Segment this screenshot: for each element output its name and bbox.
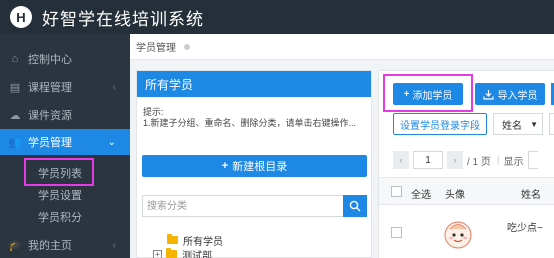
highlight-box bbox=[24, 158, 94, 186]
app-title: 好智学在线培训系统 bbox=[42, 9, 204, 29]
sidebar-item-label: 课件资源 bbox=[28, 110, 72, 122]
plus-icon: + bbox=[221, 160, 229, 172]
tree-node-test-dept[interactable]: + 测试部 bbox=[153, 247, 212, 258]
plus-icon: + bbox=[403, 88, 410, 100]
sidebar-item-course-management[interactable]: ▤ 课程管理 ‹ bbox=[0, 74, 130, 100]
new-root-button[interactable]: + 新建根目录 bbox=[142, 155, 367, 177]
sidebar-item-label: 学员管理 bbox=[28, 137, 72, 149]
display-label: 显示 bbox=[503, 156, 524, 168]
sidebar-item-student-management[interactable]: 👥 学员管理 ⌄ bbox=[0, 129, 130, 155]
import-icon bbox=[482, 89, 494, 100]
sidebar-item-label: 控制中心 bbox=[28, 54, 72, 66]
home-icon: ⌂ bbox=[11, 53, 19, 65]
grad-cap-icon: 🎓 bbox=[8, 239, 22, 252]
add-student-button[interactable]: + 添加学员 bbox=[393, 83, 463, 105]
breadcrumb-current[interactable]: 学员管理 bbox=[136, 39, 176, 54]
sidebar-item-my-homepage[interactable]: 🎓 我的主页 ‹ bbox=[0, 232, 130, 258]
category-panel: 所有学员 提示: 1.新建子分组、重命名、删除分类，请单击右键操作... + 新… bbox=[136, 70, 372, 258]
sidebar-item-label: 课程管理 bbox=[28, 82, 72, 94]
sidebar-item-control-center[interactable]: ⌂ 控制中心 bbox=[0, 46, 130, 72]
search-icon bbox=[349, 200, 361, 212]
top-bar: H 好智学在线培训系统 bbox=[0, 0, 554, 34]
add-student-label: 添加学员 bbox=[412, 90, 453, 102]
sidebar-subitem-student-points[interactable]: 学员积分 bbox=[0, 206, 130, 228]
chevron-left-icon: ‹ bbox=[112, 239, 116, 251]
folder-icon bbox=[166, 248, 177, 258]
table-header: 全选 头像 姓名 bbox=[379, 177, 554, 205]
book-icon: ▤ bbox=[9, 81, 21, 94]
import-students-label: 导入学员 bbox=[497, 90, 538, 102]
select-all-checkbox[interactable] bbox=[391, 186, 402, 197]
panel-title: 所有学员 bbox=[137, 71, 371, 97]
search-button[interactable] bbox=[343, 195, 367, 217]
page-total: / 1 页 bbox=[467, 156, 491, 168]
student-list-panel: + 添加学员 导入学员 设置学员登录字段 姓名 ▼ ‹ › / 1 页 | 显示… bbox=[378, 70, 554, 258]
sidebar-item-courseware[interactable]: ☁ 课件资源 bbox=[0, 102, 130, 128]
column-name: 姓名 bbox=[521, 190, 541, 201]
row-checkbox[interactable] bbox=[391, 227, 402, 238]
category-search bbox=[142, 195, 367, 217]
search-input[interactable] bbox=[549, 113, 554, 135]
chevron-left-icon: ‹ bbox=[112, 81, 116, 93]
page-size-select[interactable] bbox=[527, 151, 538, 169]
logo-icon: H bbox=[10, 6, 32, 28]
caret-down-icon: ▼ bbox=[530, 119, 538, 129]
tip-title: 提示: bbox=[143, 107, 164, 117]
sidebar-item-label: 我的主页 bbox=[28, 240, 72, 252]
cloud-icon: ☁ bbox=[9, 109, 21, 122]
prev-page-button[interactable]: ‹ bbox=[393, 151, 409, 169]
breadcrumb: 学员管理 bbox=[130, 34, 554, 60]
tip-body: 1.新建子分组、重命名、删除分类，请单击右键操作... bbox=[143, 118, 357, 128]
sidebar: ⌂ 控制中心 ▤ 课程管理 ‹ ☁ 课件资源 👥 学员管理 ⌄ 学员列表 学员设… bbox=[0, 34, 130, 258]
search-field-select-value: 姓名 bbox=[502, 120, 522, 132]
tree-node-all[interactable]: 所有学员 bbox=[167, 233, 223, 248]
pager-separator: | bbox=[496, 154, 500, 166]
tree-node-label: 所有学员 bbox=[183, 236, 223, 248]
search-field-select[interactable]: 姓名 ▼ bbox=[493, 113, 543, 135]
student-name: 吃少点~ bbox=[507, 223, 543, 234]
users-icon: 👥 bbox=[8, 136, 22, 149]
import-students-button[interactable]: 导入学员 bbox=[475, 83, 545, 105]
avatar bbox=[444, 221, 472, 249]
category-search-input[interactable] bbox=[143, 196, 343, 216]
table-row[interactable]: 吃少点~ bbox=[379, 205, 554, 258]
folder-icon bbox=[167, 234, 178, 244]
sidebar-subitem-student-settings[interactable]: 学员设置 bbox=[0, 184, 130, 206]
column-select-all: 全选 bbox=[411, 190, 431, 201]
pagination: ‹ › / 1 页 | 显示 bbox=[393, 151, 538, 169]
tab-status-dot bbox=[184, 43, 190, 50]
tip-text: 提示: 1.新建子分组、重命名、删除分类，请单击右键操作... bbox=[143, 107, 368, 129]
page-number-input[interactable] bbox=[413, 151, 443, 169]
expand-icon[interactable]: + bbox=[153, 249, 162, 258]
next-page-button[interactable]: › bbox=[447, 151, 463, 169]
column-avatar: 头像 bbox=[445, 190, 465, 201]
set-login-field-button[interactable]: 设置学员登录字段 bbox=[393, 113, 487, 135]
chevron-down-icon: ⌄ bbox=[107, 136, 116, 148]
new-root-label: 新建根目录 bbox=[232, 161, 288, 173]
tree-node-label: 测试部 bbox=[182, 250, 212, 258]
